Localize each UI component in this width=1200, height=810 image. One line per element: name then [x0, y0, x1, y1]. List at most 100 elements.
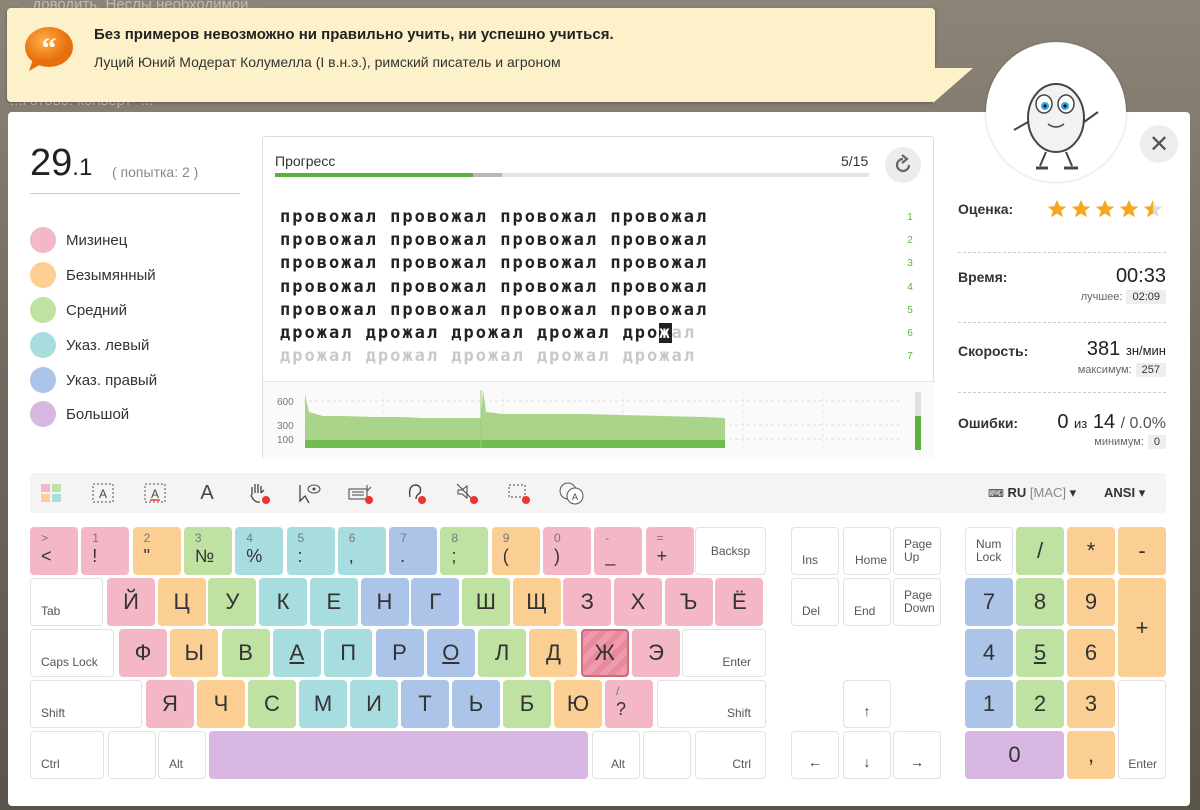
key-letter[interactable]: Ц — [157, 578, 206, 626]
key-digit[interactable]: 6, — [337, 527, 386, 575]
key-letter[interactable]: Я — [146, 680, 194, 728]
key-letter[interactable]: Ь — [452, 680, 500, 728]
key-num-2[interactable]: 2 — [1016, 680, 1064, 728]
key-digit[interactable]: = + — [645, 527, 694, 575]
key-enter[interactable]: Enter — [682, 629, 766, 677]
key-num-4[interactable]: 4 — [965, 629, 1013, 677]
key-ins[interactable]: Ins — [791, 527, 839, 575]
key-letter[interactable]: Ъ — [664, 578, 713, 626]
key-digit[interactable]: 0) — [543, 527, 591, 575]
key-ctrl-left[interactable]: Ctrl — [30, 731, 104, 779]
key-letter[interactable]: Н — [360, 578, 409, 626]
key-num-lock[interactable]: Num Lock — [965, 527, 1013, 575]
key-num-1[interactable]: 1 — [965, 680, 1013, 728]
key-space[interactable] — [209, 731, 588, 779]
key-num-enter[interactable]: Enter — [1118, 680, 1166, 779]
key-digit[interactable]: > < — [30, 527, 78, 575]
key-letter[interactable]: О — [426, 629, 475, 677]
key-letter[interactable]: Ш — [461, 578, 510, 626]
layout-selector[interactable]: ⌨ RU [MAC] ▾ — [988, 485, 1076, 501]
key-caps-lock[interactable]: Caps Lock — [30, 629, 114, 677]
key-digit[interactable]: 2 " — [132, 527, 181, 575]
key-fn[interactable] — [108, 731, 156, 779]
mute-button[interactable] — [452, 479, 482, 507]
ear-button[interactable] — [400, 479, 430, 507]
key-letter[interactable]: С — [248, 680, 296, 728]
cursor-eye-button[interactable] — [294, 479, 324, 507]
key-letter[interactable]: Э — [632, 629, 680, 677]
key-letter[interactable]: Ч — [197, 680, 245, 728]
key-ctrl-right[interactable]: Ctrl — [695, 731, 766, 779]
key-backspace[interactable]: Backsp — [695, 527, 766, 575]
key-slash[interactable]: /? — [605, 680, 653, 728]
key-letter[interactable]: Ю — [554, 680, 602, 728]
key-letter[interactable]: Л — [478, 629, 527, 677]
key-arrow-right[interactable]: → — [893, 731, 941, 779]
key-digit[interactable]: 1! — [81, 527, 130, 575]
key-letter[interactable]: Б — [503, 680, 551, 728]
key-page-down[interactable]: Page Down — [893, 578, 941, 626]
key-letter[interactable]: К — [259, 578, 308, 626]
key-num-minus[interactable]: - — [1118, 527, 1166, 575]
key-letter[interactable]: В — [221, 629, 270, 677]
key-num-divide[interactable]: / — [1016, 527, 1064, 575]
key-num-8[interactable]: 8 — [1016, 578, 1064, 626]
key-letter[interactable]: У — [208, 578, 257, 626]
key-num-multiply[interactable]: * — [1067, 527, 1115, 575]
color-mode-button[interactable] — [36, 479, 66, 507]
screen-button[interactable] — [504, 479, 534, 507]
key-letter[interactable]: Д — [529, 629, 578, 677]
hand-off-button[interactable] — [244, 479, 274, 507]
key-shift-left[interactable]: Shift — [30, 680, 142, 728]
key-letter[interactable]: Т — [401, 680, 449, 728]
letter-box-button[interactable]: A — [88, 479, 118, 507]
keyboard-sound-button[interactable] — [346, 479, 376, 507]
restart-button[interactable] — [885, 147, 921, 183]
key-letter[interactable]: Й — [107, 578, 155, 626]
key-digit[interactable]: 9( — [491, 527, 540, 575]
key-letter[interactable]: Ё — [715, 578, 764, 626]
key-del[interactable]: Del — [791, 578, 839, 626]
key-arrow-left[interactable]: ← — [791, 731, 839, 779]
key-num-7[interactable]: 7 — [965, 578, 1013, 626]
key-digit[interactable]: - _ — [594, 527, 643, 575]
key-letter[interactable]: Ы — [170, 629, 219, 677]
standard-selector[interactable]: ANSI ▾ — [1104, 485, 1145, 501]
key-shift-right[interactable]: Shift — [657, 680, 766, 728]
key-digit[interactable]: 8; — [440, 527, 489, 575]
key-letter[interactable]: Е — [309, 578, 358, 626]
key-arrow-down[interactable]: ↓ — [843, 731, 891, 779]
key-num-5[interactable]: 5 — [1016, 629, 1064, 677]
key-digit[interactable]: 3 № — [183, 527, 232, 575]
key-letter[interactable]: Щ — [512, 578, 561, 626]
letter-underline-button[interactable]: A — [140, 479, 170, 507]
key-page-up[interactable]: Page Up — [893, 527, 941, 575]
key-num-3[interactable]: 3 — [1067, 680, 1115, 728]
key-digit[interactable]: 5: — [286, 527, 335, 575]
key-num-6[interactable]: 6 — [1067, 629, 1115, 677]
key-letter[interactable]: Х — [614, 578, 662, 626]
key-letter[interactable]: З — [563, 578, 612, 626]
key-digit[interactable]: 4% — [235, 527, 284, 575]
key-menu[interactable] — [643, 731, 691, 779]
key-letter[interactable]: М — [299, 680, 347, 728]
key-num-decimal[interactable]: , — [1067, 731, 1115, 779]
key-num-0[interactable]: 0 — [965, 731, 1064, 779]
key-alt-right[interactable]: Alt — [592, 731, 640, 779]
key-letter-active[interactable]: Ж — [580, 629, 629, 677]
key-letter[interactable]: Р — [375, 629, 424, 677]
key-arrow-up[interactable]: ↑ — [843, 680, 891, 728]
key-tab[interactable]: Tab — [30, 578, 103, 626]
close-button[interactable]: ✕ — [1140, 125, 1178, 163]
translate-button[interactable]: A — [556, 479, 586, 507]
key-letter[interactable]: И — [350, 680, 398, 728]
key-digit[interactable]: 7. — [389, 527, 438, 575]
font-size-button[interactable]: A — [192, 479, 222, 507]
key-letter[interactable]: Г — [411, 578, 460, 626]
key-letter[interactable]: Ф — [119, 629, 167, 677]
key-letter[interactable]: А — [272, 629, 321, 677]
key-alt-left[interactable]: Alt — [158, 731, 206, 779]
key-letter[interactable]: П — [324, 629, 373, 677]
key-end[interactable]: End — [843, 578, 891, 626]
key-num-9[interactable]: 9 — [1067, 578, 1115, 626]
